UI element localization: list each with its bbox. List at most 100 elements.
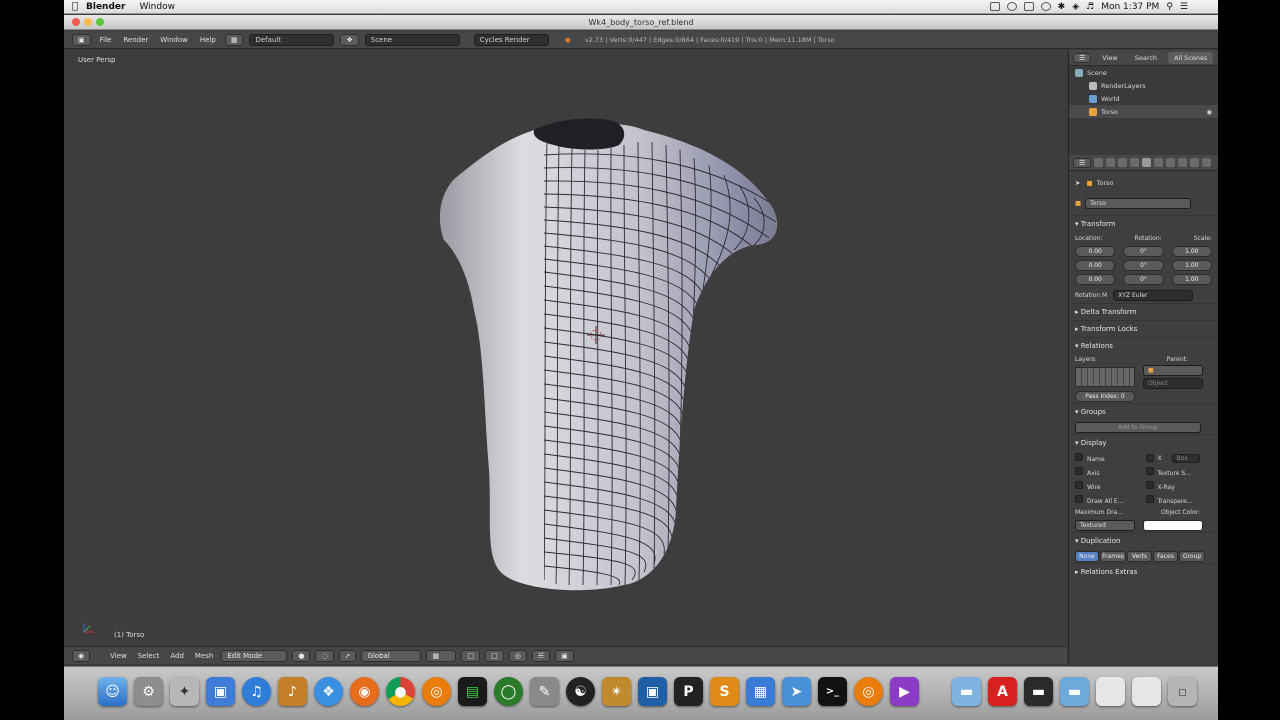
viewport-editor-type[interactable]: ◉ — [72, 649, 91, 662]
material-tab-icon[interactable] — [1190, 158, 1200, 167]
relations-extras-panel-header[interactable]: ▸ Relations Extras — [1069, 563, 1218, 580]
xcode-icon[interactable]: ➤ — [782, 677, 811, 706]
safari-compass-icon[interactable]: ✦ — [170, 677, 199, 706]
parent-type-select[interactable]: Object — [1143, 378, 1203, 389]
parent-field[interactable]: ■ — [1143, 365, 1203, 376]
visibility-eye-icon[interactable]: ◉ — [1206, 108, 1212, 116]
outliner-row-torso[interactable]: Torso ◉ — [1069, 105, 1218, 118]
shading-select[interactable]: ● — [292, 649, 311, 662]
select-mode-edge[interactable]: □ — [485, 649, 504, 662]
scale-z-field[interactable]: 1.00 — [1171, 274, 1212, 285]
clock[interactable]: Mon 1:37 PM — [1101, 2, 1159, 12]
outliner-tab-all-scenes[interactable]: All Scenes — [1168, 51, 1214, 64]
display-transparency-option[interactable]: Transpare... — [1145, 495, 1213, 505]
location-y-field[interactable]: 0.00 — [1075, 260, 1116, 271]
display-bounds-option[interactable]: X Box — [1145, 453, 1213, 463]
tray-display-icon[interactable] — [1023, 2, 1034, 11]
display-bounds-checkbox[interactable] — [1145, 454, 1154, 462]
display-draw-all-edges-option[interactable]: Draw All E... — [1075, 495, 1142, 505]
tetris-icon[interactable]: ▦ — [746, 677, 775, 706]
maximum-draw-select[interactable]: Textured — [1075, 519, 1135, 531]
data-tab-icon[interactable] — [1178, 158, 1188, 167]
volume-icon[interactable]: ♬ — [1086, 2, 1094, 12]
duplication-verts[interactable]: Verts — [1127, 550, 1152, 562]
pin-icon[interactable]: ➤ — [1075, 179, 1080, 187]
p-app-icon[interactable]: P — [674, 677, 703, 706]
menu-add[interactable]: Add — [167, 652, 187, 660]
scale-y-field[interactable]: 1.00 — [1171, 260, 1212, 271]
safari-icon[interactable]: ❖ — [314, 677, 343, 706]
texture-tab-icon[interactable] — [1202, 158, 1212, 167]
itunes-icon[interactable]: ♫ — [242, 677, 271, 706]
rotation-z-field[interactable]: 0° — [1123, 274, 1164, 285]
menu-window[interactable]: Window — [157, 36, 191, 44]
scene-tab-icon[interactable] — [1118, 158, 1128, 167]
zoom-button[interactable] — [96, 18, 104, 26]
tray-time-machine-icon[interactable] — [1040, 2, 1051, 11]
menu-app-name[interactable]: Blender — [86, 2, 125, 12]
duplication-faces[interactable]: Faces — [1153, 550, 1178, 562]
menu-render[interactable]: Render — [120, 36, 151, 44]
display-transparency-checkbox[interactable] — [1145, 495, 1154, 503]
system-preferences-icon[interactable]: ⚙ — [134, 677, 163, 706]
duplication-panel-header[interactable]: ▾ Duplication — [1069, 532, 1218, 549]
delta-transform-panel-header[interactable]: ▸ Delta Transform — [1069, 303, 1218, 320]
display-name-checkbox[interactable] — [1075, 453, 1083, 461]
manipulator-toggle[interactable]: ➚ — [338, 649, 357, 662]
wifi-icon[interactable]: ◈ — [1072, 2, 1079, 12]
close-button[interactable] — [72, 18, 80, 26]
screen-layout-field[interactable]: Default — [249, 33, 335, 46]
object-color-swatch[interactable] — [1143, 519, 1203, 531]
script-editor-icon[interactable]: ✎ — [530, 677, 559, 706]
tray-record-icon[interactable] — [1006, 2, 1017, 11]
outliner-tab-search[interactable]: Search — [1129, 52, 1163, 64]
outliner-editor-type[interactable]: ☰ — [1073, 52, 1092, 63]
window-2-icon[interactable] — [1132, 677, 1161, 706]
display-texture-space-checkbox[interactable] — [1145, 467, 1154, 475]
bluetooth-icon[interactable]: ✱ — [1058, 2, 1066, 12]
mode-select[interactable]: Edit Mode — [221, 649, 288, 662]
chrome-icon[interactable]: ● — [386, 677, 415, 706]
menu-file[interactable]: File — [97, 36, 115, 44]
flash-icon[interactable]: ✴ — [602, 677, 631, 706]
transform-locks-panel-header[interactable]: ▸ Transform Locks — [1069, 320, 1218, 337]
proportional-edit-toggle[interactable]: ◎ — [508, 649, 527, 662]
world-tab-icon[interactable] — [1130, 158, 1140, 167]
torso-model[interactable] — [64, 50, 1067, 645]
display-texture-space-option[interactable]: Texture S... — [1145, 467, 1213, 477]
layers-widget[interactable] — [1075, 367, 1135, 387]
pass-index-field[interactable]: Pass Index: 0 — [1075, 390, 1135, 402]
screen-layout-icon[interactable]: ▦ — [224, 33, 244, 46]
pivot-select[interactable]: ◌ — [315, 649, 334, 662]
duplication-frames[interactable]: Frames — [1100, 550, 1126, 562]
menu-help[interactable]: Help — [197, 36, 219, 44]
garageband-icon[interactable]: ♪ — [278, 677, 307, 706]
display-wire-checkbox[interactable] — [1075, 481, 1083, 489]
scene-field[interactable]: Scene — [364, 33, 460, 46]
editor-type-button[interactable]: ▣ — [72, 33, 91, 46]
cinema-icon[interactable]: ☯ — [566, 677, 595, 706]
3d-viewport[interactable]: User Persp (1) Torso — [64, 50, 1067, 645]
terminal-icon[interactable]: >_ — [818, 677, 847, 706]
outliner-row-renderlayers[interactable]: RenderLayers — [1069, 79, 1218, 92]
rotation-y-field[interactable]: 0° — [1123, 260, 1164, 271]
menu-view[interactable]: View — [107, 652, 130, 660]
display-axis-option[interactable]: Axis — [1075, 467, 1142, 477]
window-1-icon[interactable] — [1096, 677, 1125, 706]
select-mode-vertex[interactable]: □ — [461, 649, 481, 662]
scene-icon[interactable]: ❖ — [340, 33, 359, 46]
render-layers-tab-icon[interactable] — [1106, 158, 1116, 167]
notification-icon[interactable]: ☰ — [1180, 2, 1188, 12]
properties-editor-type[interactable]: ☰ — [1073, 157, 1092, 168]
tray-app-icon[interactable] — [989, 2, 1000, 11]
rotation-mode-select[interactable]: XYZ Euler — [1113, 289, 1194, 301]
location-z-field[interactable]: 0.00 — [1075, 274, 1116, 285]
display-xray-option[interactable]: X-Ray — [1145, 481, 1213, 491]
downloads-icon[interactable]: ▬ — [1024, 677, 1053, 706]
object-name-field[interactable]: Torso — [1085, 197, 1192, 209]
modifiers-tab-icon[interactable] — [1166, 158, 1176, 167]
constraints-tab-icon[interactable] — [1154, 158, 1164, 167]
applications-icon[interactable]: ▬ — [1060, 677, 1089, 706]
render-tab-icon[interactable] — [1094, 158, 1104, 167]
relations-panel-header[interactable]: ▾ Relations — [1069, 337, 1218, 354]
